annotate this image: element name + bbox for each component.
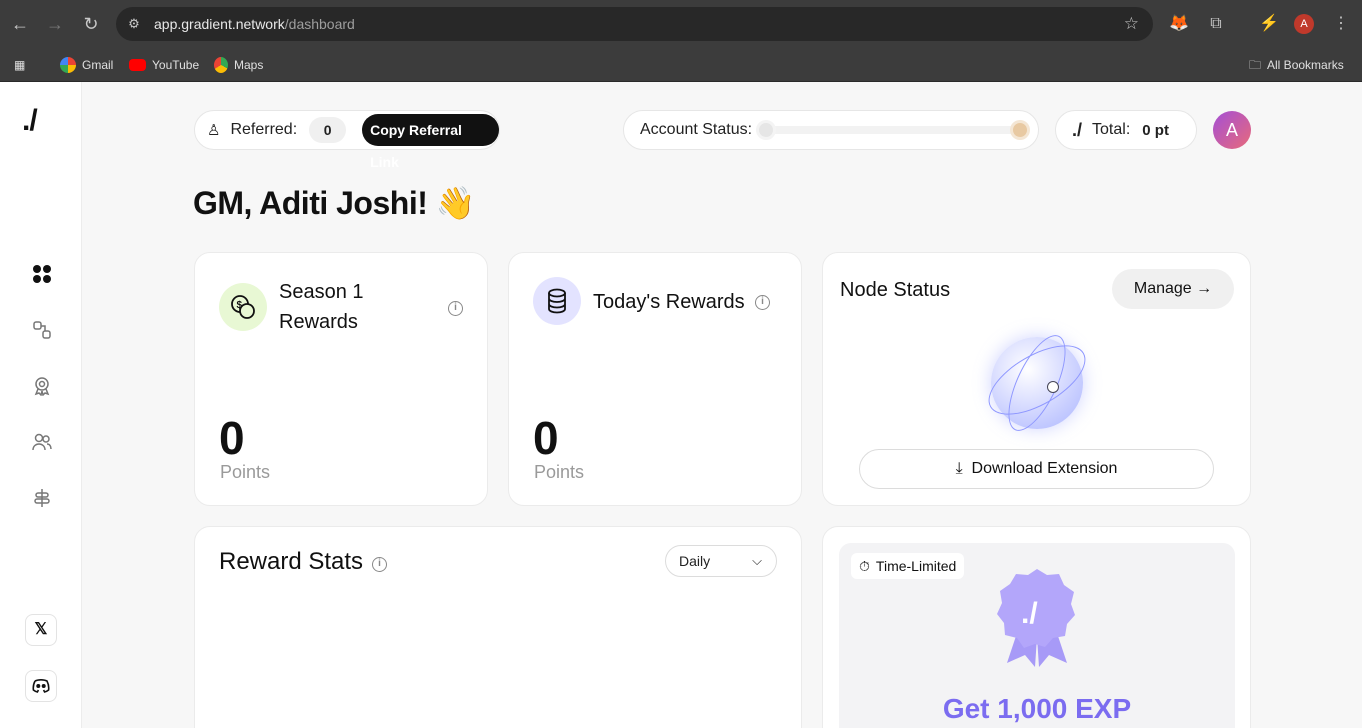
bookmark-gmail[interactable]: Gmail	[60, 55, 113, 75]
season-rewards-title: Season 1 Rewards	[279, 281, 364, 333]
greeting-heading: GM, Aditi Joshi! 👋	[193, 185, 476, 221]
google-icon	[60, 57, 76, 73]
promo-headline: Get 1,000 EXP	[942, 693, 1132, 724]
status-end-badge-icon	[1010, 120, 1031, 140]
today-points-unit: Points	[534, 462, 585, 482]
total-value: 0 pt	[1142, 121, 1169, 139]
url-text: app.gradient.network/dashboard	[154, 16, 355, 32]
sidebar: ./ 𝕏	[0, 82, 82, 728]
site-settings-icon[interactable]: ⚙	[126, 16, 142, 32]
database-icon	[533, 277, 581, 325]
stopwatch-icon: ⏱	[859, 558, 870, 574]
exp-badge-icon: ./	[997, 569, 1075, 667]
bookmarks-bar: ▦ Gmail YouTube Maps 🗀 All Bookmarks	[0, 48, 1362, 82]
coins-icon: $	[219, 283, 267, 331]
extensions-icon[interactable]: ⧉	[1205, 13, 1227, 35]
status-start-badge-icon	[756, 120, 777, 140]
time-limited-chip: ⏱ Time-Limited	[851, 553, 965, 579]
info-icon[interactable]: i	[372, 557, 387, 572]
x-twitter-icon[interactable]: 𝕏	[25, 614, 57, 646]
bookmark-star-icon[interactable]: ☆	[1124, 14, 1139, 34]
youtube-icon	[129, 59, 146, 71]
status-progress-track	[756, 120, 1031, 140]
today-points-value: 0	[533, 412, 559, 464]
season-points-value: 0	[219, 412, 245, 464]
apps-icon[interactable]: ▦	[14, 55, 25, 75]
download-extension-button[interactable]: ⤓ Download Extension	[859, 449, 1214, 489]
arrow-right-icon: →	[1196, 280, 1213, 297]
total-label: Total:	[1092, 121, 1131, 138]
gradient-logo[interactable]: ./	[22, 104, 38, 138]
referral-pill: ♙ Referred: 0 Copy Referral Link	[194, 110, 500, 170]
nodes-icon[interactable]	[30, 320, 54, 344]
reward-stats-card: Reward Stats i Daily ⌵	[194, 526, 802, 728]
discord-icon[interactable]	[25, 670, 57, 702]
profile-avatar[interactable]: A	[1294, 14, 1314, 34]
folder-icon: 🗀	[1249, 58, 1262, 72]
total-points-pill: ./ Total: 0 pt	[1055, 110, 1197, 150]
info-icon[interactable]: i	[448, 301, 463, 316]
copy-referral-button[interactable]: Copy Referral Link	[362, 114, 499, 170]
node-status-card: Node Status Manage → ⤓ Download Extensio…	[822, 252, 1251, 506]
user-icon: ♙	[207, 122, 221, 139]
bookmark-youtube[interactable]: YouTube	[129, 55, 199, 75]
chevron-down-icon: ⌵	[752, 553, 762, 568]
download-icon: ⤓	[955, 460, 963, 477]
bookmark-maps[interactable]: Maps	[214, 55, 263, 75]
season-rewards-card: $ Season 1 Rewards i 0 Points	[194, 252, 488, 506]
all-bookmarks[interactable]: 🗀 All Bookmarks	[1249, 55, 1344, 75]
svg-text:./: ./	[1021, 597, 1038, 630]
browser-toolbar: ← → ↻ ⚙ app.gradient.network/dashboard ☆…	[0, 0, 1362, 48]
performance-icon[interactable]: ⚡	[1258, 13, 1280, 35]
info-icon[interactable]: i	[755, 295, 770, 310]
account-status-label: Account Status:	[640, 121, 753, 138]
node-globe-icon	[977, 327, 1097, 439]
promo-card: ⏱ Time-Limited ./ Get 1,000 EXP	[822, 526, 1251, 728]
user-avatar[interactable]: A	[1213, 111, 1251, 149]
forward-icon[interactable]: →	[43, 12, 67, 36]
address-bar[interactable]: ⚙ app.gradient.network/dashboard ☆	[116, 7, 1153, 41]
promo-banner[interactable]: ⏱ Time-Limited ./ Get 1,000 EXP	[839, 543, 1235, 728]
svg-text:$: $	[237, 300, 243, 311]
referred-label: Referred:	[230, 121, 298, 138]
metamask-icon[interactable]: 🦊	[1168, 13, 1190, 35]
settings-icon[interactable]	[30, 488, 54, 512]
season-points-unit: Points	[220, 462, 271, 482]
reward-stats-title: Reward Stats	[219, 548, 364, 575]
referral-icon[interactable]	[30, 432, 54, 456]
menu-icon[interactable]: ⋮	[1330, 13, 1352, 35]
node-status-title: Node Status	[840, 279, 951, 301]
account-status-pill: Account Status:	[623, 110, 1039, 150]
today-rewards-title: Today's Rewards	[593, 291, 745, 313]
today-rewards-card: Today's Rewards i 0 Points	[508, 252, 802, 506]
reload-icon[interactable]: ↻	[79, 12, 103, 36]
rewards-icon[interactable]	[30, 376, 54, 400]
dashboard-icon[interactable]	[30, 264, 54, 288]
referred-count: 0	[309, 117, 347, 143]
period-select[interactable]: Daily ⌵	[665, 545, 777, 577]
total-logo-icon: ./	[1072, 119, 1083, 140]
back-icon[interactable]: ←	[8, 12, 32, 36]
manage-button[interactable]: Manage →	[1112, 269, 1234, 309]
maps-icon	[214, 57, 228, 73]
